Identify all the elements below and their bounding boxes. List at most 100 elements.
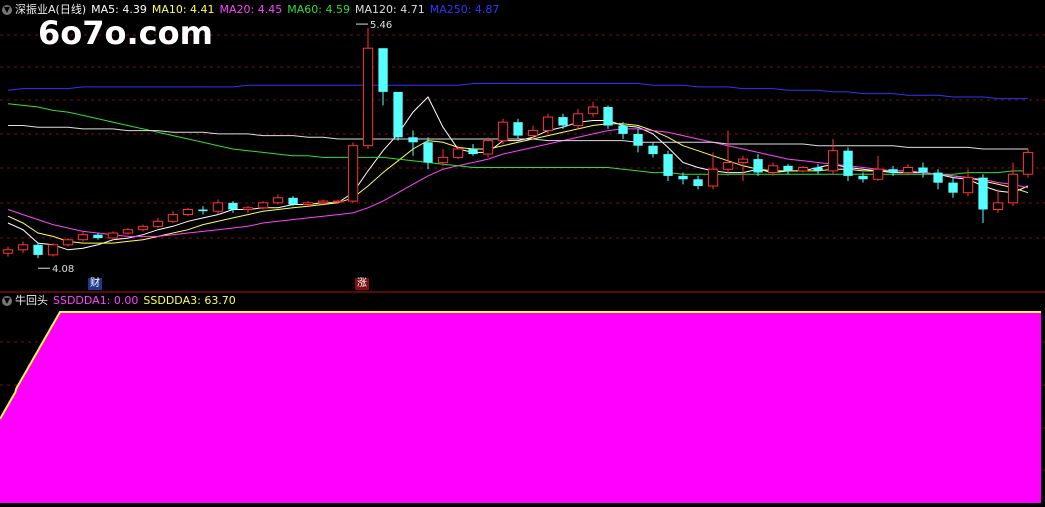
watermark-logo: 6o7o.com — [38, 14, 213, 52]
candle-body-68 — [1022, 151, 1034, 175]
candle-body-29 — [437, 156, 449, 163]
candle-body-41 — [618, 125, 628, 134]
legend-item-5: MA250: 4.87 — [429, 3, 500, 16]
legend-item-3: MA60: 4.59 — [287, 3, 350, 16]
candle-66 — [992, 189, 1004, 213]
candle-49 — [737, 155, 749, 181]
chart-canvas: 5.46 4.08 — [0, 20, 1045, 503]
candle-53 — [797, 165, 809, 173]
candle-43 — [648, 142, 658, 158]
high-price-label: 5.46 — [370, 20, 392, 31]
candle-0 — [2, 246, 14, 257]
candle-34 — [513, 118, 523, 139]
candle-body-62 — [933, 172, 943, 183]
candle-54 — [813, 164, 823, 175]
candle-body-7 — [107, 232, 119, 239]
candle-33 — [497, 118, 509, 144]
candle-body-5 — [77, 234, 89, 241]
candle-60 — [902, 164, 914, 175]
candle-47 — [707, 152, 719, 190]
indicator-fill — [0, 312, 1041, 503]
candle-23 — [347, 142, 359, 203]
candle-46 — [693, 175, 703, 190]
candle-body-16 — [242, 207, 254, 211]
candle-body-67 — [1007, 173, 1019, 204]
candle-body-48 — [722, 162, 734, 170]
candle-42 — [633, 128, 643, 153]
candle-body-22 — [332, 200, 344, 203]
candle-13 — [198, 206, 208, 215]
candle-body-63 — [948, 182, 958, 193]
candle-63 — [948, 177, 958, 198]
candle-body-53 — [797, 167, 809, 172]
candle-body-27 — [408, 137, 418, 143]
candle-3 — [47, 243, 59, 257]
candle-16 — [242, 206, 254, 213]
candle-body-3 — [47, 244, 59, 256]
candle-body-32 — [482, 140, 494, 155]
candle-body-42 — [633, 133, 643, 146]
candle-body-28 — [423, 142, 433, 163]
candle-body-17 — [257, 202, 269, 209]
legend-item-2: MA20: 4.45 — [219, 3, 283, 16]
candle-40 — [603, 105, 613, 129]
candle-body-30 — [452, 148, 464, 158]
candle-12 — [182, 207, 194, 217]
candle-32 — [482, 137, 494, 158]
sub-legend-item-0: SSDDDA1: 0.00 — [53, 294, 139, 307]
candle-9 — [137, 224, 149, 232]
candle-8 — [122, 228, 134, 235]
candle-35 — [527, 125, 539, 139]
sub-legend-item-1: SSDDDA3: 63.70 — [143, 294, 236, 307]
candle-body-6 — [93, 234, 103, 239]
cai-marker[interactable]: 财 — [88, 278, 102, 290]
candle-39 — [587, 102, 599, 118]
candlesticks — [2, 28, 1034, 259]
candle-body-18 — [272, 197, 284, 204]
candle-2 — [33, 243, 43, 259]
candle-body-49 — [737, 158, 749, 164]
zhang-marker[interactable]: 涨 — [355, 278, 369, 290]
candle-body-55 — [827, 150, 839, 172]
candle-body-9 — [137, 225, 149, 231]
candle-7 — [107, 231, 119, 240]
candle-29 — [437, 149, 449, 166]
candle-body-57 — [858, 175, 868, 180]
candle-body-54 — [813, 167, 823, 171]
candle-body-31 — [468, 149, 478, 154]
candle-17 — [257, 201, 269, 210]
candle-body-14 — [212, 202, 224, 212]
candle-body-43 — [648, 145, 658, 155]
candle-body-64 — [962, 177, 974, 194]
legend-item-4: MA120: 4.71 — [354, 3, 425, 16]
candle-body-45 — [678, 175, 688, 180]
candle-body-47 — [707, 168, 719, 187]
candle-body-56 — [843, 150, 853, 176]
candle-4 — [62, 238, 74, 247]
candle-6 — [93, 233, 103, 240]
sub-legend-arrow-icon[interactable]: ▼ — [2, 296, 12, 306]
candle-22 — [332, 199, 344, 203]
candle-body-19 — [288, 197, 298, 205]
candle-67 — [1007, 162, 1019, 207]
candle-body-1 — [17, 244, 29, 251]
legend-arrow-icon[interactable]: ▼ — [2, 5, 12, 15]
candle-5 — [77, 231, 89, 242]
candle-body-52 — [783, 165, 793, 171]
candle-body-4 — [62, 239, 74, 246]
candle-body-8 — [122, 229, 134, 234]
candle-body-34 — [513, 122, 523, 136]
candle-52 — [783, 164, 793, 175]
candle-body-39 — [587, 106, 599, 115]
candle-body-26 — [393, 91, 403, 138]
ma-line-ma20 — [7, 128, 1029, 237]
candle-body-50 — [753, 159, 763, 173]
ma-line-ma250 — [7, 83, 1028, 100]
indicator-legend-items: SSDDDA1: 0.00 SSDDDA3: 63.70 — [53, 294, 241, 307]
candle-25 — [378, 48, 388, 106]
candle-body-44 — [663, 154, 673, 176]
candle-body-0 — [2, 249, 14, 254]
sub-legend: ▼ 牛回头 SSDDDA1: 0.00 SSDDDA3: 63.70 — [2, 293, 246, 309]
candle-body-15 — [228, 202, 238, 210]
candle-body-46 — [693, 179, 703, 186]
